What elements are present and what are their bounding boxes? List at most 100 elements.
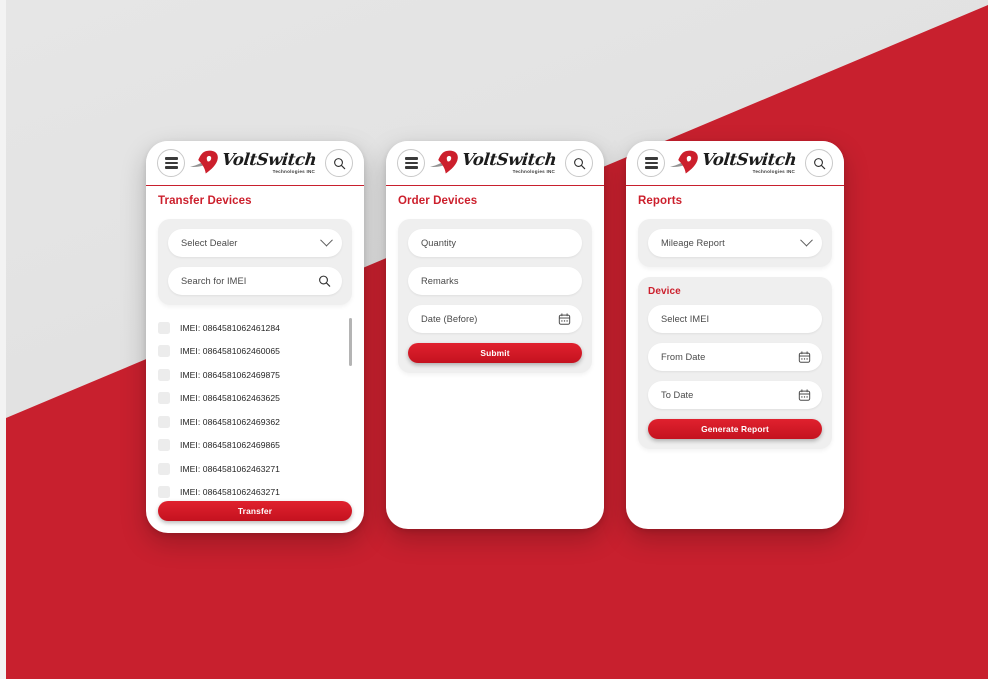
brand-logo: VoltSwitch Technologies INC [429,149,558,176]
checkbox[interactable] [158,462,170,475]
page-title: Order Devices [398,195,478,207]
search-button[interactable] [325,149,353,177]
chevron-down-icon [320,233,333,248]
search-button[interactable] [565,149,593,177]
scrollbar-thumb[interactable] [348,318,352,366]
imei-value: IMEI: 0864581062463271 [180,487,281,498]
remarks-input[interactable]: Remarks [408,267,582,295]
screen-body-transfer: Transfer Devices Select Dealer Search fo… [146,186,364,533]
select-dealer-label: Select Dealer [181,238,238,248]
to-date-input[interactable]: To Date [648,381,822,409]
phone-mockup-order-devices: VoltSwitch Technologies INC Order Device… [386,141,604,529]
date-before-placeholder: Date (Before) [421,314,478,324]
voltswitch-logo-mark-icon [429,150,460,176]
hamburger-menu-icon [404,157,418,169]
list-item[interactable]: IMEI: 0864581062463625 [158,387,344,411]
checkbox[interactable] [158,368,170,381]
date-before-input[interactable]: Date (Before) [408,305,582,333]
checkbox[interactable] [158,345,170,358]
submit-button[interactable]: Submit [408,343,582,363]
brand-name: VoltSwitch [460,149,558,169]
imei-value: IMEI: 0864581062463625 [180,393,281,404]
from-date-input[interactable]: From Date [648,343,822,371]
list-item[interactable]: IMEI: 0864581062463271 [158,457,344,481]
list-item[interactable]: IMEI: 0864581062469875 [158,363,344,387]
checkbox[interactable] [158,439,170,452]
search-icon [319,275,331,287]
report-type-dropdown[interactable]: Mileage Report [648,229,822,257]
app-header: VoltSwitch Technologies INC [146,141,364,186]
list-item[interactable]: IMEI: 0864581062463271 [158,481,344,502]
hamburger-menu-icon [164,157,178,169]
select-imei-input[interactable]: Select IMEI [648,305,822,333]
select-dealer-dropdown[interactable]: Select Dealer [168,229,342,257]
brand-tagline: Technologies INC [272,168,316,174]
screen-body-order: Order Devices Quantity Remarks Date (Bef… [386,186,604,529]
app-header: VoltSwitch Technologies INC [626,141,844,186]
checkbox[interactable] [158,486,170,499]
search-imei-placeholder: Search for IMEI [181,276,247,286]
screen-body-reports: Reports Mileage Report Device Select IME… [626,186,844,529]
imei-value: IMEI: 0864581062469362 [180,416,281,427]
brand-name: VoltSwitch [700,149,798,169]
search-icon [333,157,345,169]
transfer-action-bar: Transfer [158,501,352,521]
brand-tagline: Technologies INC [752,168,796,174]
background-left-strip [0,0,6,679]
search-icon [573,157,585,169]
report-type-card: Mileage Report [638,219,832,267]
checkbox[interactable] [158,321,170,334]
imei-value: IMEI: 0864581062469865 [180,440,281,451]
voltswitch-logo-mark-icon [189,150,220,176]
mockup-stage: VoltSwitch Technologies INC Transfer Dev… [0,0,988,679]
hamburger-menu-button[interactable] [397,149,425,177]
phone-mockup-transfer-devices: VoltSwitch Technologies INC Transfer Dev… [146,141,364,533]
quantity-input[interactable]: Quantity [408,229,582,257]
imei-value: IMEI: 0864581062461284 [180,322,281,333]
scrollbar[interactable] [348,318,352,500]
device-section-title: Device [648,286,681,297]
hamburger-menu-button[interactable] [637,149,665,177]
list-item[interactable]: IMEI: 0864581062469865 [158,434,344,458]
page-title: Reports [638,195,683,207]
brand-logo-text: VoltSwitch Technologies INC [220,149,318,175]
to-date-placeholder: To Date [661,390,694,400]
report-type-value: Mileage Report [661,238,725,248]
hamburger-menu-icon [644,157,658,169]
search-button[interactable] [805,149,833,177]
calendar-icon [798,351,811,363]
brand-logo-text: VoltSwitch Technologies INC [460,149,558,175]
voltswitch-logo-mark-icon [669,150,700,176]
app-header: VoltSwitch Technologies INC [386,141,604,186]
select-imei-placeholder: Select IMEI [661,314,710,324]
from-date-placeholder: From Date [661,352,706,362]
list-item[interactable]: IMEI: 0864581062460065 [158,340,344,364]
brand-name: VoltSwitch [220,149,318,169]
brand-logo: VoltSwitch Technologies INC [669,149,798,176]
checkbox[interactable] [158,415,170,428]
imei-list-container: IMEI: 0864581062461284 IMEI: 08645810624… [158,316,352,501]
transfer-form-card: Select Dealer Search for IMEI [158,219,352,305]
generate-report-button[interactable]: Generate Report [648,419,822,439]
imei-value: IMEI: 0864581062469875 [180,369,281,380]
remarks-placeholder: Remarks [421,276,459,286]
brand-logo-text: VoltSwitch Technologies INC [700,149,798,175]
order-form-card: Quantity Remarks Date (Before) Submit [398,219,592,373]
list-item[interactable]: IMEI: 0864581062469362 [158,410,344,434]
calendar-icon [798,389,811,401]
calendar-icon [558,313,571,325]
device-section-card: Device Select IMEI From Date To Date Gen… [638,277,832,449]
search-icon [813,157,825,169]
quantity-placeholder: Quantity [421,238,457,248]
chevron-down-icon [800,233,813,248]
imei-list[interactable]: IMEI: 0864581062461284 IMEI: 08645810624… [158,316,352,501]
checkbox[interactable] [158,392,170,405]
page-title: Transfer Devices [158,195,252,207]
transfer-button[interactable]: Transfer [158,501,352,521]
phone-mockup-reports: VoltSwitch Technologies INC Reports Mile… [626,141,844,529]
brand-tagline: Technologies INC [512,168,556,174]
search-imei-input[interactable]: Search for IMEI [168,267,342,295]
brand-logo: VoltSwitch Technologies INC [189,149,318,176]
list-item[interactable]: IMEI: 0864581062461284 [158,316,344,340]
hamburger-menu-button[interactable] [157,149,185,177]
